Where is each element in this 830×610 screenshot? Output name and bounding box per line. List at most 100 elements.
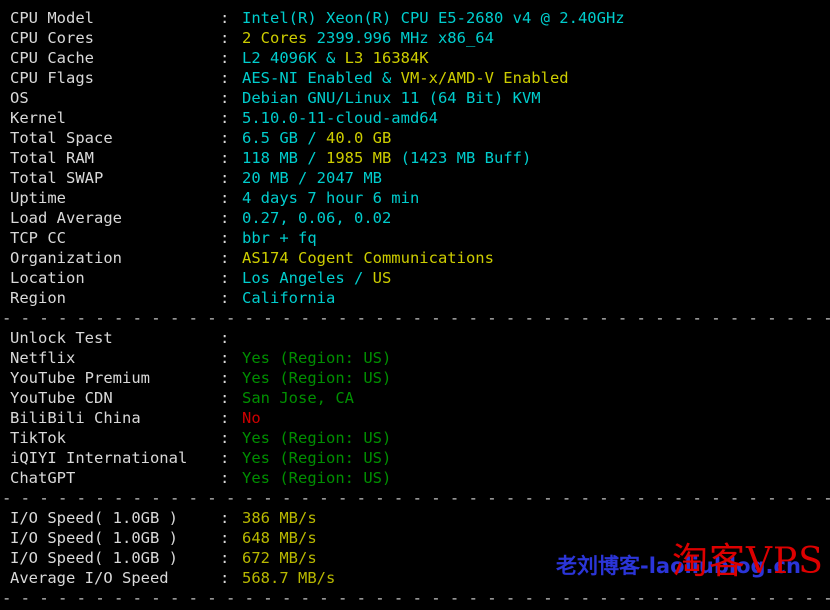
info-row-colon: : bbox=[220, 89, 230, 107]
info-row-label: iQIYI International bbox=[10, 449, 188, 467]
info-row-colon: : bbox=[220, 369, 230, 387]
value-segment: 4 days 7 hour 6 min bbox=[242, 189, 420, 207]
info-row-label: I/O Speed( 1.0GB ) bbox=[10, 509, 178, 527]
info-row-label: Unlock Test bbox=[10, 329, 113, 347]
info-row-label: Total Space bbox=[10, 129, 113, 147]
info-row-colon: : bbox=[220, 129, 230, 147]
value-segment: 1985 MB bbox=[326, 149, 401, 167]
info-row-colon: : bbox=[220, 429, 230, 447]
info-row-value: 4 days 7 hour 6 min bbox=[242, 189, 419, 207]
info-row-value: 5.10.0-11-cloud-amd64 bbox=[242, 109, 438, 127]
info-row-value: 568.7 MB/s bbox=[242, 569, 335, 587]
info-row-label: Kernel bbox=[10, 109, 66, 127]
value-segment: AS174 Cogent Communications bbox=[242, 249, 494, 267]
info-row-colon: : bbox=[220, 469, 230, 487]
separator-line-bottom: - - - - - - - - - - - - - - - - - - - - … bbox=[2, 589, 830, 607]
info-row: Total SWAP:20 MB / 2047 MB bbox=[0, 168, 830, 188]
info-row-label: YouTube Premium bbox=[10, 369, 150, 387]
info-row-value: Yes (Region: US) bbox=[242, 449, 391, 467]
info-row-value: 20 MB / 2047 MB bbox=[242, 169, 382, 187]
info-row-label: Average I/O Speed bbox=[10, 569, 169, 587]
info-row-value: Los Angeles / US bbox=[242, 269, 391, 287]
value-segment: 648 MB/s bbox=[242, 529, 317, 547]
value-segment: US bbox=[372, 269, 392, 287]
info-row: Organization: AS174 Cogent Communications bbox=[0, 248, 830, 268]
info-row-label: OS bbox=[10, 89, 29, 107]
value-segment: San Jose, CA bbox=[242, 389, 354, 407]
info-row-colon: : bbox=[220, 69, 230, 87]
info-row-label: CPU Flags bbox=[10, 69, 94, 87]
separator-line-top: - - - - - - - - - - - - - - - - - - - - … bbox=[0, 0, 830, 8]
value-segment: (1423 MB Buff) bbox=[400, 149, 532, 167]
terminal-output: - - - - - - - - - - - - - - - - - - - - … bbox=[0, 0, 830, 610]
info-row: Unlock Test: bbox=[0, 328, 830, 348]
info-row: I/O Speed( 1.0GB ):386 MB/s bbox=[0, 508, 830, 528]
info-row-value: California bbox=[242, 289, 335, 307]
info-row-value: San Jose, CA bbox=[242, 389, 354, 407]
info-row-colon: : bbox=[220, 169, 230, 187]
info-row-value: AS174 Cogent Communications bbox=[242, 249, 494, 267]
info-row-label: CPU Cache bbox=[10, 49, 94, 67]
unlock-test-section: Unlock Test: Netflix: Yes (Region: US) YouT… bbox=[0, 328, 830, 488]
value-segment: 2 Cores bbox=[242, 29, 317, 47]
value-segment: Yes (Region: US) bbox=[242, 469, 392, 487]
value-segment: L2 4096K & bbox=[242, 49, 345, 67]
value-segment: Los Angeles / bbox=[242, 269, 373, 287]
info-row: Netflix: Yes (Region: US) bbox=[0, 348, 830, 368]
info-row-label: TCP CC bbox=[10, 229, 66, 247]
value-segment: 386 MB/s bbox=[242, 509, 317, 527]
info-row-value: Intel(R) Xeon(R) CPU E5-2680 v4 @ 2.40GH… bbox=[242, 9, 625, 27]
info-row: CPU Cores:2 Cores 2399.996 MHz x86_64 bbox=[0, 28, 830, 48]
info-row-colon: : bbox=[220, 9, 230, 27]
info-row-colon: : bbox=[220, 329, 230, 347]
value-segment: Intel(R) Xeon(R) CPU E5-2680 v4 @ 2.40GH… bbox=[242, 9, 625, 27]
info-row-value: 118 MB / 1985 MB (1423 MB Buff) bbox=[242, 149, 531, 167]
value-segment: 0.27, 0.06, 0.02 bbox=[242, 209, 392, 227]
info-row-colon: : bbox=[220, 549, 230, 567]
info-row-label: TikTok bbox=[10, 429, 66, 447]
info-row-value: Yes (Region: US) bbox=[242, 429, 391, 447]
info-row: YouTube Premium: Yes (Region: US) bbox=[0, 368, 830, 388]
info-row-value: 2 Cores 2399.996 MHz x86_64 bbox=[242, 29, 494, 47]
info-row-label: Total RAM bbox=[10, 149, 94, 167]
info-row: Average I/O Speed:568.7 MB/s bbox=[0, 568, 830, 588]
info-row-colon: : bbox=[220, 529, 230, 547]
info-row: CPU Model: Intel(R) Xeon(R) CPU E5-2680 v… bbox=[0, 8, 830, 28]
info-row-colon: : bbox=[220, 49, 230, 67]
value-segment: Yes (Region: US) bbox=[242, 449, 392, 467]
info-row-colon: : bbox=[220, 289, 230, 307]
info-row: Total RAM:118 MB / 1985 MB (1423 MB Buff… bbox=[0, 148, 830, 168]
info-row-colon: : bbox=[220, 249, 230, 267]
info-row-value: 386 MB/s bbox=[242, 509, 317, 527]
info-row-label: Region bbox=[10, 289, 66, 307]
info-row: BiliBili China: No bbox=[0, 408, 830, 428]
info-row-label: Netflix bbox=[10, 349, 76, 367]
value-segment: Yes (Region: US) bbox=[242, 429, 392, 447]
info-row: CPU Flags: AES-NI Enabled & VM-x/AMD-V En… bbox=[0, 68, 830, 88]
info-row-value: Yes (Region: US) bbox=[242, 349, 391, 367]
value-segment: California bbox=[242, 289, 336, 307]
info-row: OS: Debian GNU/Linux 11 (64 Bit) KVM bbox=[0, 88, 830, 108]
info-row: I/O Speed( 1.0GB ):648 MB/s bbox=[0, 528, 830, 548]
info-row-label: BiliBili China bbox=[10, 409, 141, 427]
info-row: Uptime:4 days 7 hour 6 min bbox=[0, 188, 830, 208]
value-segment: AES-NI Enabled & bbox=[242, 69, 401, 87]
value-segment: Debian GNU/Linux 11 (64 Bit) KVM bbox=[242, 89, 541, 107]
value-segment: Yes (Region: US) bbox=[242, 369, 392, 387]
value-segment: 672 MB/s bbox=[242, 549, 317, 567]
info-row-colon: : bbox=[220, 29, 230, 47]
io-speed-section: I/O Speed( 1.0GB ):386 MB/s I/O Speed( 1.… bbox=[0, 508, 830, 588]
info-row-value: 672 MB/s bbox=[242, 549, 317, 567]
info-row: Location: Los Angeles / US bbox=[0, 268, 830, 288]
separator-line-after-unlock: - - - - - - - - - - - - - - - - - - - - … bbox=[2, 489, 830, 507]
info-row-label: I/O Speed( 1.0GB ) bbox=[10, 529, 178, 547]
info-row-label: Load Average bbox=[10, 209, 122, 227]
value-segment: VM-x/AMD-V Enabled bbox=[400, 69, 569, 87]
value-segment: No bbox=[242, 409, 261, 427]
separator-line-after-system: - - - - - - - - - - - - - - - - - - - - … bbox=[2, 309, 830, 327]
info-row-value: Yes (Region: US) bbox=[242, 369, 391, 387]
info-row-label: Total SWAP bbox=[10, 169, 104, 187]
info-row-colon: : bbox=[220, 449, 230, 467]
value-segment: 2399.996 MHz x86_64 bbox=[316, 29, 494, 47]
info-row: Total Space:6.5 GB / 40.0 GB bbox=[0, 128, 830, 148]
